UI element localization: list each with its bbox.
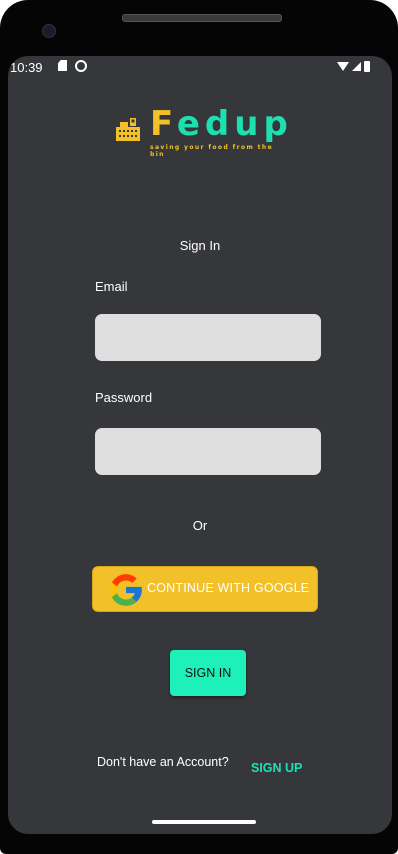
wifi-icon (337, 62, 349, 71)
app-screen: 10:39 Fedup saving your food from the bi… (8, 56, 392, 834)
app-tagline: saving your food from the bin (150, 144, 274, 158)
app-logo: Fedup saving your food from the bin (116, 104, 296, 168)
status-bar: 10:39 (8, 56, 392, 80)
notification-icons (58, 60, 87, 72)
sync-icon (75, 60, 87, 72)
app-name-initial: F (150, 104, 177, 144)
system-icons (337, 61, 370, 72)
email-field[interactable] (95, 314, 321, 361)
app-name: Fedup (150, 104, 293, 144)
password-field[interactable] (95, 428, 321, 475)
basket-icon (116, 118, 140, 141)
no-account-prompt: Don't have an Account? (97, 755, 229, 769)
continue-with-google-button[interactable]: CONTINUE WITH GOOGLE (92, 566, 318, 612)
page-title: Sign In (179, 238, 221, 253)
email-label: Email (95, 279, 128, 294)
app-name-rest: edup (176, 104, 293, 144)
signal-icon (352, 62, 361, 71)
home-indicator[interactable] (152, 820, 256, 824)
front-camera (42, 24, 56, 38)
sign-in-button[interactable]: SIGN IN (170, 650, 246, 696)
battery-icon (364, 61, 370, 72)
sd-card-icon (58, 60, 67, 71)
google-icon (110, 574, 142, 606)
or-divider: Or (192, 518, 208, 533)
sign-up-link[interactable]: SIGN UP (251, 761, 302, 775)
speaker-grille (122, 14, 282, 22)
phone-frame: 10:39 Fedup saving your food from the bi… (0, 0, 398, 854)
password-label: Password (95, 390, 153, 405)
google-button-label: CONTINUE WITH GOOGLE (147, 581, 310, 595)
status-time: 10:39 (10, 60, 43, 75)
